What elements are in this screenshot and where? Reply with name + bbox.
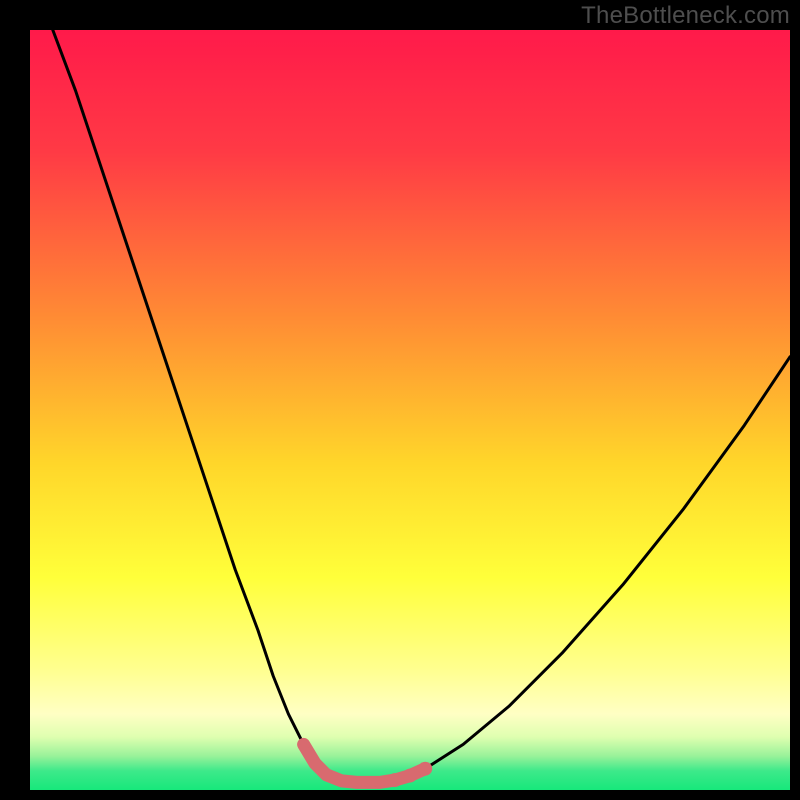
highlight-dot [418, 762, 432, 776]
chart-stage: TheBottleneck.com [0, 0, 800, 800]
bottleneck-curve [53, 30, 790, 782]
highlight-dot [309, 757, 321, 769]
highlight-dot [320, 769, 332, 781]
highlight-dot [336, 775, 348, 787]
highlight-dot [298, 738, 310, 750]
watermark-text: TheBottleneck.com [581, 2, 790, 30]
curve-layer [30, 30, 790, 790]
highlight-dot [374, 776, 386, 788]
highlight-dot [388, 773, 402, 787]
highlight-dot [351, 776, 363, 788]
plot-area [30, 30, 790, 790]
highlight-dot [403, 769, 417, 783]
